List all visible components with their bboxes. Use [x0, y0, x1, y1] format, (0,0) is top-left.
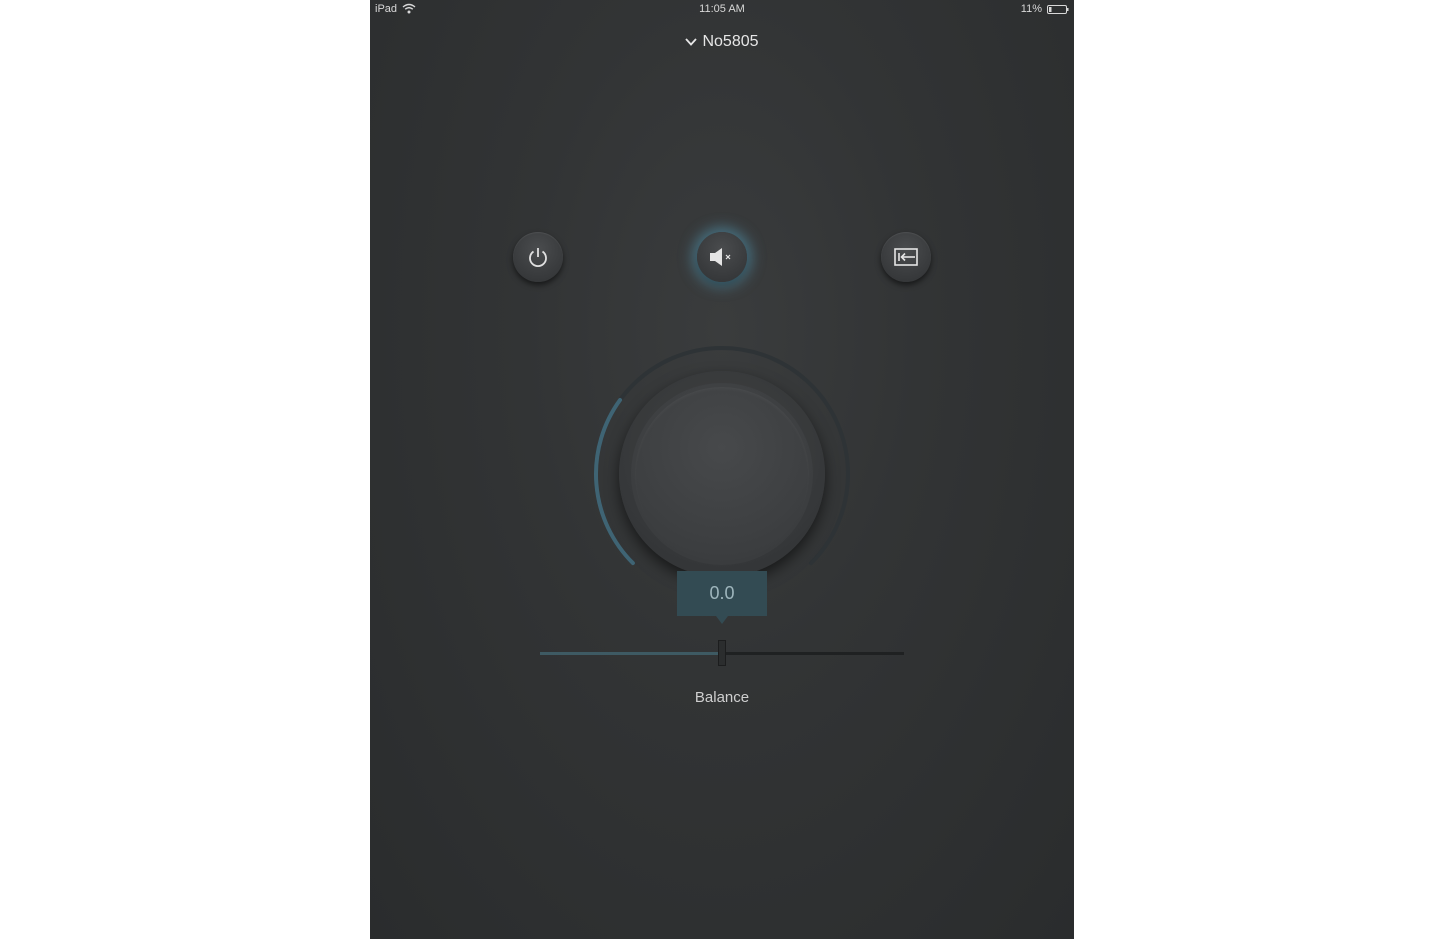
input-source-icon: [894, 248, 918, 266]
input-source-button[interactable]: [881, 232, 931, 282]
volume-knob-cap: [635, 387, 809, 561]
chevron-down-icon: [685, 38, 698, 46]
status-bar: iPad 11:05 AM 11%: [370, 0, 1074, 18]
status-time: 11:05 AM: [699, 3, 745, 15]
speaker-mute-icon: [710, 248, 731, 266]
balance-slider[interactable]: [540, 640, 904, 666]
balance-value-display: 0.0: [677, 571, 767, 616]
balance-value-pointer: [716, 616, 728, 624]
balance-value: 0.0: [709, 583, 735, 603]
volume-knob-area: [592, 344, 852, 604]
balance-slider-thumb[interactable]: [718, 640, 726, 666]
remote-screen: iPad 11:05 AM 11% No5805 0.0 Balance: [370, 0, 1074, 939]
balance-label: Balance: [694, 689, 750, 706]
balance-slider-track-left: [540, 652, 722, 655]
device-selector[interactable]: No5805: [370, 30, 1074, 54]
battery-icon: [1047, 5, 1069, 14]
power-icon: [529, 248, 547, 268]
device-name: No5805: [702, 33, 759, 50]
volume-knob[interactable]: [619, 371, 825, 577]
power-button[interactable]: [513, 232, 563, 282]
mute-button[interactable]: [697, 232, 747, 282]
battery-percentage: 11%: [1020, 3, 1042, 15]
balance-slider-track-right: [722, 652, 904, 655]
